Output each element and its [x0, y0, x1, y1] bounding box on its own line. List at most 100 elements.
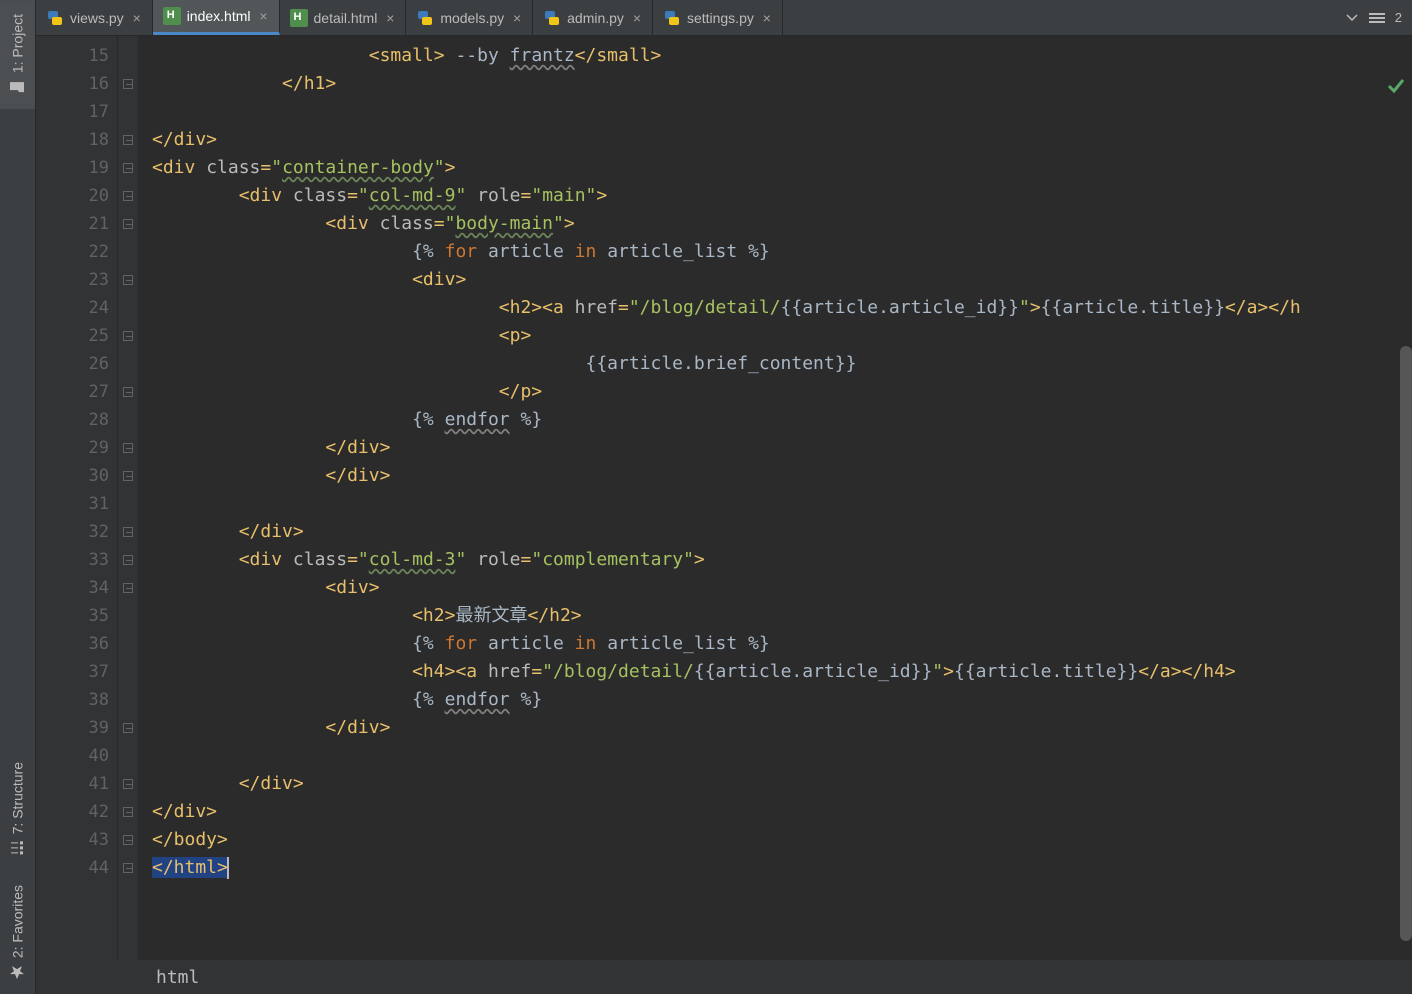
fold-handle[interactable] — [118, 854, 138, 882]
fold-handle[interactable] — [118, 378, 138, 406]
code-line[interactable]: <small> --by frantz</small> — [152, 42, 1412, 70]
code-line[interactable]: <p> — [152, 322, 1412, 350]
line-number[interactable]: 21 — [36, 210, 109, 238]
line-number[interactable]: 44 — [36, 854, 109, 882]
fold-handle[interactable] — [118, 714, 138, 742]
tab-admin-py[interactable]: admin.py× — [533, 0, 653, 35]
line-number[interactable]: 22 — [36, 238, 109, 266]
line-number[interactable]: 24 — [36, 294, 109, 322]
sidebar-item-project[interactable]: 1: Project — [0, 0, 35, 109]
close-icon[interactable]: × — [257, 9, 271, 23]
code-line[interactable]: </html> — [152, 854, 1412, 882]
line-number[interactable]: 32 — [36, 518, 109, 546]
line-number[interactable]: 23 — [36, 266, 109, 294]
line-number[interactable]: 16 — [36, 70, 109, 98]
code-line[interactable] — [152, 490, 1412, 518]
tab-models-py[interactable]: models.py× — [406, 0, 533, 35]
fold-handle[interactable] — [118, 154, 138, 182]
fold-handle[interactable] — [118, 462, 138, 490]
code-line[interactable]: <div> — [152, 574, 1412, 602]
line-number[interactable]: 31 — [36, 490, 109, 518]
code-line[interactable]: <div class="col-md-9" role="main"> — [152, 182, 1412, 210]
line-number[interactable]: 34 — [36, 574, 109, 602]
line-number[interactable]: 41 — [36, 770, 109, 798]
code-line[interactable]: </body> — [152, 826, 1412, 854]
code-line[interactable]: </div> — [152, 434, 1412, 462]
code-line[interactable]: {% endfor %} — [152, 686, 1412, 714]
fold-handle[interactable] — [118, 770, 138, 798]
vertical-scrollbar[interactable] — [1400, 346, 1412, 941]
fold-handle[interactable] — [118, 546, 138, 574]
code-line[interactable]: </div> — [152, 518, 1412, 546]
line-number[interactable]: 33 — [36, 546, 109, 574]
code-line[interactable]: <h2>最新文章</h2> — [152, 602, 1412, 630]
code-line[interactable]: </div> — [152, 126, 1412, 154]
line-number[interactable]: 37 — [36, 658, 109, 686]
fold-handle[interactable] — [118, 70, 138, 98]
code-line[interactable] — [152, 742, 1412, 770]
breadcrumb[interactable]: html — [36, 960, 1412, 994]
tab-detail-html[interactable]: detail.html× — [280, 0, 407, 35]
fold-handle[interactable] — [118, 574, 138, 602]
line-number[interactable]: 15 — [36, 42, 109, 70]
tab-overflow-indicator[interactable]: 2 — [1335, 0, 1412, 35]
line-number[interactable]: 35 — [36, 602, 109, 630]
code-line[interactable]: <div class="container-body"> — [152, 154, 1412, 182]
code-line[interactable]: </div> — [152, 462, 1412, 490]
code-line[interactable]: <div> — [152, 266, 1412, 294]
line-number[interactable]: 25 — [36, 322, 109, 350]
close-icon[interactable]: × — [630, 11, 644, 25]
code-line[interactable]: <div class="col-md-3" role="complementar… — [152, 546, 1412, 574]
code-line[interactable]: </h1> — [152, 70, 1412, 98]
line-number[interactable]: 42 — [36, 798, 109, 826]
fold-handle[interactable] — [118, 798, 138, 826]
line-number[interactable]: 39 — [36, 714, 109, 742]
code-line[interactable]: </div> — [152, 714, 1412, 742]
tab-views-py[interactable]: views.py× — [36, 0, 153, 35]
line-number[interactable]: 43 — [36, 826, 109, 854]
fold-handle[interactable] — [118, 126, 138, 154]
fold-handle[interactable] — [118, 434, 138, 462]
code-line[interactable]: </div> — [152, 770, 1412, 798]
code-line[interactable] — [152, 98, 1412, 126]
fold-handle[interactable] — [118, 182, 138, 210]
close-icon[interactable]: × — [130, 11, 144, 25]
line-number[interactable]: 27 — [36, 378, 109, 406]
fold-handle[interactable] — [118, 322, 138, 350]
line-number[interactable]: 17 — [36, 98, 109, 126]
fold-handle[interactable] — [118, 210, 138, 238]
inspection-ok-icon[interactable] — [1386, 76, 1406, 96]
line-number[interactable]: 38 — [36, 686, 109, 714]
code-line[interactable]: <h4><a href="/blog/detail/{{article.arti… — [152, 658, 1412, 686]
fold-handle[interactable] — [118, 518, 138, 546]
code-line[interactable]: {{article.brief_content}} — [152, 350, 1412, 378]
line-number[interactable]: 28 — [36, 406, 109, 434]
code-editor[interactable]: 1516171819202122232425262728293031323334… — [36, 36, 1412, 960]
code-line[interactable]: </p> — [152, 378, 1412, 406]
close-icon[interactable]: × — [510, 11, 524, 25]
code-line[interactable]: <h2><a href="/blog/detail/{{article.arti… — [152, 294, 1412, 322]
line-number[interactable]: 29 — [36, 434, 109, 462]
code-line[interactable]: </div> — [152, 798, 1412, 826]
code-line[interactable]: {% for article in article_list %} — [152, 630, 1412, 658]
close-icon[interactable]: × — [760, 11, 774, 25]
fold-column[interactable] — [118, 36, 138, 960]
fold-handle[interactable] — [118, 826, 138, 854]
line-number[interactable]: 26 — [36, 350, 109, 378]
line-number[interactable]: 19 — [36, 154, 109, 182]
close-icon[interactable]: × — [383, 11, 397, 25]
sidebar-item-favorites[interactable]: 2: Favorites — [0, 871, 35, 994]
code-line[interactable]: <div class="body-main"> — [152, 210, 1412, 238]
line-number[interactable]: 40 — [36, 742, 109, 770]
line-number[interactable]: 36 — [36, 630, 109, 658]
code-area[interactable]: <small> --by frantz</small> </h1></div><… — [138, 36, 1412, 960]
line-number[interactable]: 18 — [36, 126, 109, 154]
tab-settings-py[interactable]: settings.py× — [653, 0, 783, 35]
sidebar-item-structure[interactable]: 7: Structure — [0, 748, 35, 870]
tab-index-html[interactable]: index.html× — [153, 0, 280, 35]
line-number[interactable]: 20 — [36, 182, 109, 210]
code-line[interactable]: {% for article in article_list %} — [152, 238, 1412, 266]
line-number[interactable]: 30 — [36, 462, 109, 490]
fold-handle[interactable] — [118, 266, 138, 294]
code-line[interactable]: {% endfor %} — [152, 406, 1412, 434]
